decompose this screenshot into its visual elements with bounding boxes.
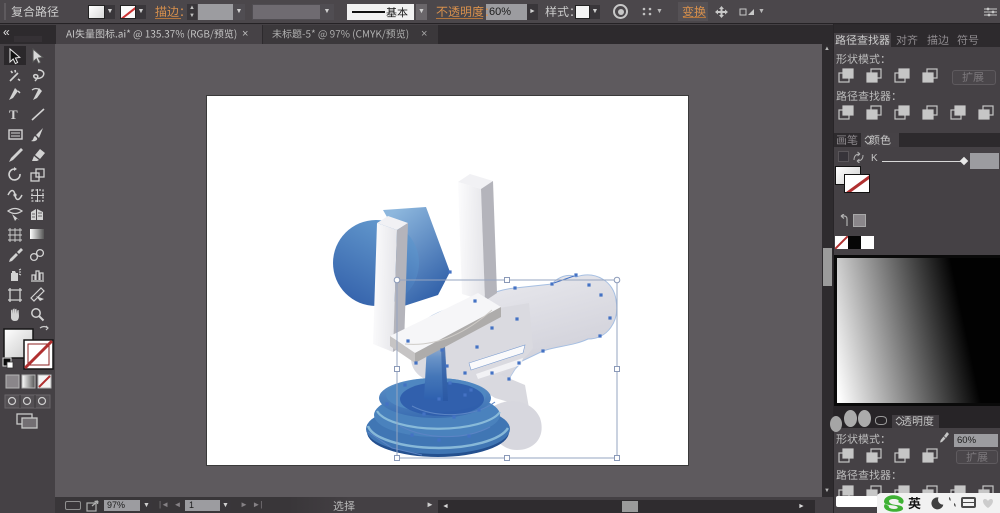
svg-text:T: T (9, 107, 18, 122)
